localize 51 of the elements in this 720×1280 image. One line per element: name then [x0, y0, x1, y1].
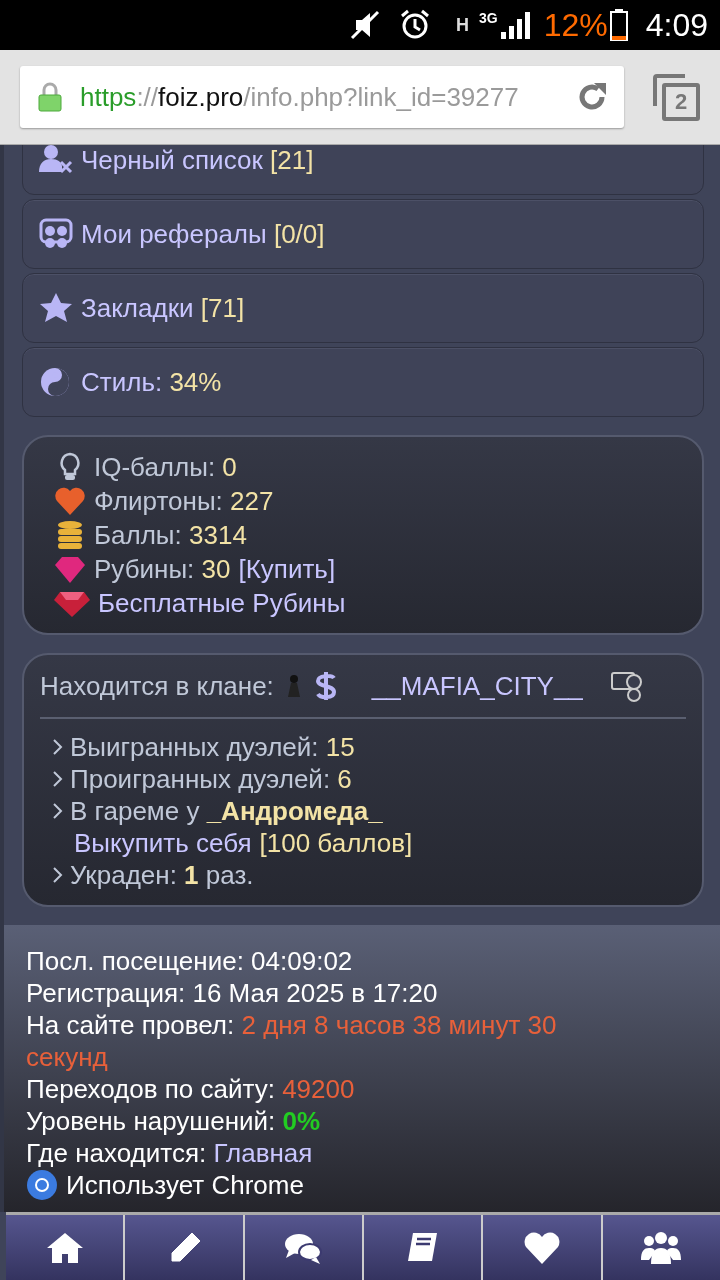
user-remove-icon	[39, 145, 73, 176]
clan-name-link[interactable]: __MAFIA_CITY__	[371, 670, 583, 702]
buyout-link[interactable]: Выкупить себя	[74, 827, 252, 859]
buyout-cost: [100 баллов]	[259, 827, 413, 859]
info-line: Уровень нарушений: 0%	[26, 1105, 322, 1137]
menu-item[interactable]: Стиль: 34%	[22, 347, 704, 417]
people-icon	[641, 1229, 682, 1266]
duel-stat: Проигранных дуэлей: 6	[70, 763, 352, 795]
chrome-icon	[26, 1169, 58, 1201]
currency-icon	[610, 670, 643, 702]
signal-icon	[499, 10, 530, 40]
clock-time: 4:09	[645, 6, 708, 44]
stolen-text: Украден: 1 раз.	[70, 859, 254, 891]
dollar-icon	[313, 670, 338, 702]
info-line: На сайте провел: 2 дня 8 часов 38 минут 30 секунд	[26, 1009, 558, 1073]
harem-text: В гареме у _Андромеда_	[70, 795, 383, 827]
free-rubies-link[interactable]: Бесплатные Рубины	[98, 587, 346, 619]
figure-icon	[285, 674, 302, 698]
menu-label: Закладки [71]	[81, 292, 245, 324]
clan-label: Находится в клане:	[40, 670, 274, 702]
menu-label: Мои рефералы [0/0]	[81, 218, 325, 250]
people-icon	[39, 218, 73, 250]
duel-stat: Выигранных дуэлей: 15	[70, 731, 355, 763]
address-field[interactable]: https://foiz.pro/info.php?link_id=39277	[20, 66, 624, 128]
stat-text: IQ-баллы: 0	[94, 451, 237, 483]
chevron-icon	[52, 866, 64, 884]
menu-item[interactable]: Мои рефералы [0/0]	[22, 199, 704, 269]
info-line: Регистрация: 16 Мая 2025 в 17:20	[26, 977, 439, 1009]
gem-icon	[54, 554, 86, 584]
stat-text: Баллы: 3314	[94, 519, 247, 551]
stat-text: Флиртоны: 227	[94, 485, 274, 517]
chevron-icon	[52, 738, 64, 756]
menu-item[interactable]: Черный список [21]	[22, 145, 704, 195]
browser-text: Использует Chrome	[66, 1169, 304, 1201]
network-type: H	[456, 14, 469, 36]
buy-link[interactable]: [Купить]	[238, 553, 336, 585]
battery-percent: 12%	[543, 6, 608, 44]
menu-item[interactable]: Закладки [71]	[22, 273, 704, 343]
battery-icon	[609, 9, 628, 41]
network-label: 3G	[479, 10, 498, 26]
info-line: Переходов по сайту: 49200	[26, 1073, 356, 1105]
heartbeat-icon	[54, 486, 86, 516]
stat-text: Рубины: 30	[94, 553, 231, 585]
menu-label: Черный список [21]	[81, 145, 314, 176]
info-line: Посл. посещение: 04:09:02	[26, 945, 354, 977]
mute-icon	[348, 8, 382, 42]
menu-label: Стиль: 34%	[81, 366, 222, 398]
info-line: Где находится: Главная	[26, 1137, 314, 1169]
chevron-icon	[52, 802, 64, 820]
star-icon	[39, 292, 73, 324]
chevron-icon	[52, 770, 64, 788]
